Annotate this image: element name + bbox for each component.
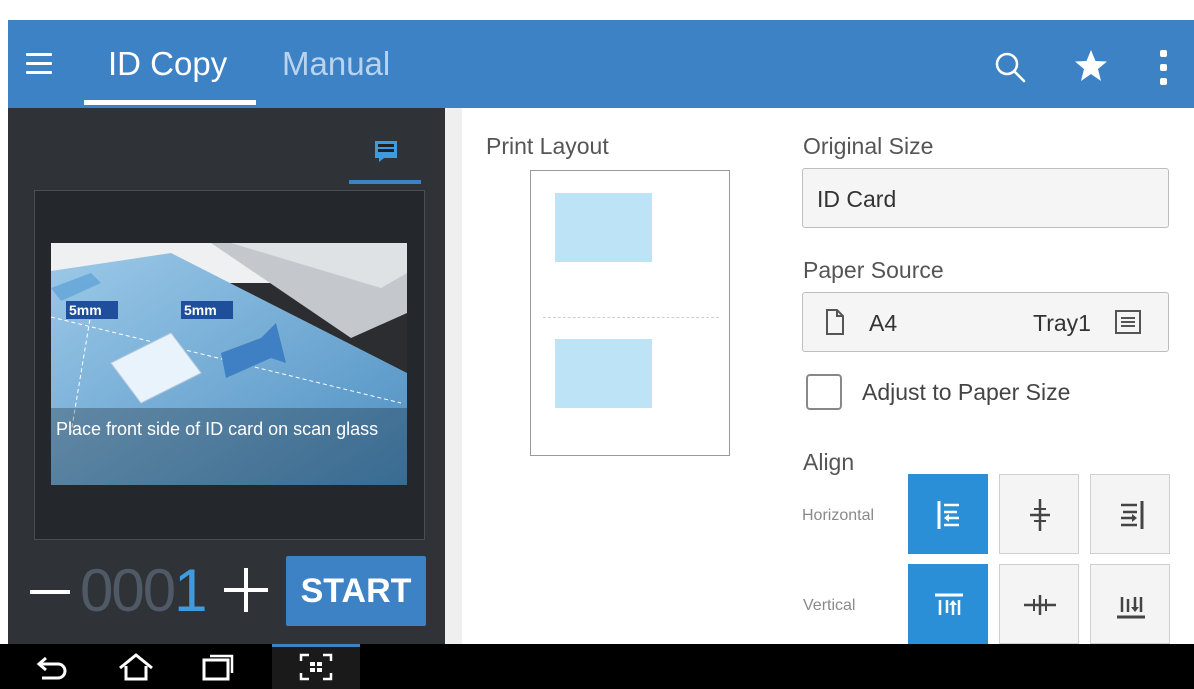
margin-label-left: 5mm [69, 302, 102, 318]
screen-capture-icon [299, 653, 333, 681]
align-top-button[interactable] [908, 564, 988, 644]
more-vert-icon[interactable] [1158, 48, 1168, 88]
active-tab-indicator [84, 100, 256, 105]
align-right-button[interactable] [1090, 474, 1170, 554]
tray-list-icon [1115, 310, 1141, 334]
menu-icon[interactable] [26, 53, 52, 75]
star-icon[interactable] [1073, 48, 1109, 84]
adjust-to-paper-size-checkbox[interactable] [806, 374, 842, 410]
original-size-label: Original Size [803, 133, 934, 159]
tab-id-copy[interactable]: ID Copy [108, 44, 227, 84]
layout-back-card [555, 339, 652, 408]
print-layout-preview [530, 170, 730, 456]
align-middle-icon [1024, 595, 1056, 615]
app-bar: ID Copy Manual [8, 20, 1194, 108]
recent-apps-icon[interactable] [200, 652, 236, 682]
decrease-copies-button[interactable] [30, 590, 70, 594]
paper-source-field[interactable]: A4 Tray1 [802, 292, 1169, 352]
layout-divider [543, 317, 719, 318]
preview-toggle-button[interactable] [349, 120, 421, 184]
align-right-icon [1121, 501, 1144, 529]
align-left-icon [937, 501, 959, 529]
scan-glass-illustration: 5mm 5mm [51, 243, 407, 485]
increase-copies-button[interactable] [224, 568, 268, 612]
paper-size-value: A4 [869, 310, 898, 336]
align-bottom-button[interactable] [1090, 564, 1170, 644]
document-icon [826, 309, 844, 335]
original-size-value: ID Card [817, 186, 897, 212]
align-label: Align [803, 449, 855, 475]
copy-count-digit: 1 [174, 557, 207, 624]
align-left-button[interactable] [908, 474, 988, 554]
align-center-icon [1030, 499, 1050, 531]
layout-front-card [555, 193, 652, 262]
copy-count-leading-digits: 000 [80, 557, 176, 624]
search-icon[interactable] [993, 50, 1027, 84]
status-gap [0, 0, 1194, 20]
system-nav-bar [0, 644, 1194, 689]
home-icon[interactable] [118, 652, 154, 682]
start-button[interactable]: START [286, 556, 426, 626]
horizontal-label: Horizontal [802, 507, 875, 524]
paper-tray-value: Tray1 [1033, 310, 1091, 336]
paper-source-label: Paper Source [803, 257, 944, 283]
image-preview-icon [375, 141, 397, 162]
scan-instruction-caption: Place front side of ID card on scan glas… [56, 419, 379, 439]
margin-label-right: 5mm [184, 302, 217, 318]
vertical-label: Vertical [803, 597, 856, 614]
original-size-field[interactable]: ID Card [802, 168, 1169, 228]
screen-capture-button[interactable] [272, 644, 360, 689]
copy-count-display[interactable]: 0001 [80, 556, 208, 626]
align-center-button[interactable] [999, 474, 1079, 554]
align-middle-button[interactable] [999, 564, 1079, 644]
panel-divider [445, 108, 462, 644]
tab-manual[interactable]: Manual [282, 44, 390, 84]
align-top-icon [935, 593, 963, 615]
adjust-to-paper-size-label: Adjust to Paper Size [862, 379, 1071, 405]
print-layout-label: Print Layout [486, 133, 609, 159]
back-icon[interactable] [34, 652, 70, 682]
align-bottom-icon [1117, 597, 1145, 619]
